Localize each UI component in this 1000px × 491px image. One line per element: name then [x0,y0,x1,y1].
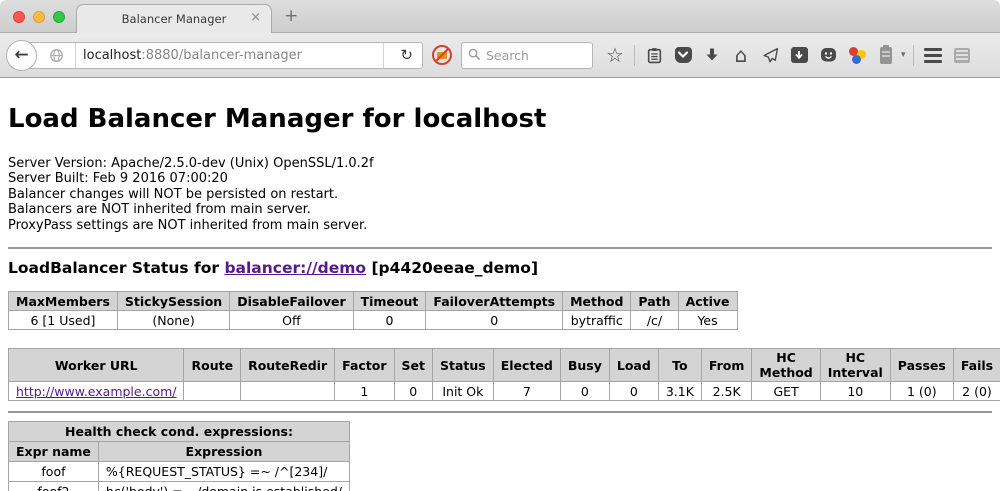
home-icon[interactable]: ⌂ [729,43,753,67]
chevron-down-icon[interactable]: ▾ [901,50,906,60]
url-text[interactable]: localhost:8880/balancer-manager [83,48,376,63]
balancer-demo-link[interactable]: balancer://demo [224,259,366,277]
worker-url-link[interactable]: http://www.example.com/ [16,384,176,399]
reload-button[interactable]: ↻ [391,46,422,64]
navigation-toolbar: ← localhost:8880/balancer-manager ↻ ☆ [0,33,1000,78]
server-version-line: Server Version: Apache/2.5.0-dev (Unix) … [8,156,992,171]
bookmark-star-icon[interactable]: ☆ [603,43,627,67]
page-title: Load Balancer Manager for localhost [8,104,992,134]
worker-status-table: Worker URL Route RouteRedir Factor Set S… [8,348,1000,401]
search-box[interactable] [461,42,593,69]
blue-ball [852,55,861,64]
search-input[interactable] [486,48,586,63]
traffic-lights [13,11,65,23]
url-host: localhost [83,48,141,63]
video-download-icon[interactable] [787,43,811,67]
close-window-button[interactable] [13,11,25,23]
hello-smiley-icon[interactable] [816,43,840,67]
table-row: http://www.example.com/ 1 0 Init Ok 7 0 … [9,382,1000,401]
downloadhelper-balls-icon[interactable] [845,43,869,67]
proxypass-note-line: ProxyPass settings are NOT inherited fro… [8,218,992,233]
page-grid-icon[interactable] [950,43,974,67]
tab-balancer-manager[interactable]: Balancer Manager × [76,4,272,33]
downloads-icon[interactable] [700,43,724,67]
globe-icon [44,43,68,67]
health-table-title: Health check cond. expressions: [9,422,350,442]
menu-hamburger-icon[interactable] [921,43,945,67]
table-title-row: Health check cond. expressions: [9,422,350,442]
table-header-row: Expr name Expression [9,442,350,462]
new-tab-button[interactable]: + [284,8,298,25]
table-row: foof2 hc('body') =~ /domain is establish… [9,482,350,491]
zoom-window-button[interactable] [53,11,65,23]
urlbar-divider [383,42,384,69]
balancer-settings-table: MaxMembers StickySession DisableFailover… [8,291,738,330]
table-header-row: MaxMembers StickySession DisableFailover… [9,292,738,311]
tab-close-icon[interactable]: × [250,11,261,24]
balancer-status-heading: LoadBalancer Status for balancer://demo … [8,259,992,277]
tab-title: Balancer Manager [122,12,227,26]
pocket-icon[interactable] [671,43,695,67]
tab-bar: Balancer Manager × + [0,0,1000,33]
table-row: 6 [1 Used] (None) Off 0 0 bytraffic /c/ … [9,311,738,330]
toolbar-icons: ☆ ⌂ [603,43,974,67]
url-path: :8880/balancer-manager [141,48,302,63]
table-header-row: Worker URL Route RouteRedir Factor Set S… [9,349,1000,382]
server-info: Server Version: Apache/2.5.0-dev (Unix) … [8,156,992,233]
divider [8,247,992,249]
urlbar-divider [75,42,76,69]
divider [8,411,992,413]
url-bar[interactable]: localhost:8880/balancer-manager ↻ [23,42,423,69]
send-plane-icon[interactable] [758,43,782,67]
page-content: Load Balancer Manager for localhost Serv… [0,78,1000,491]
health-check-table: Health check cond. expressions: Expr nam… [8,421,350,491]
balancers-note-line: Balancers are NOT inherited from main se… [8,202,992,217]
persist-note-line: Balancer changes will NOT be persisted o… [8,187,992,202]
bookmarks-clipboard-icon[interactable] [642,43,666,67]
plugin-blocked-icon[interactable] [432,45,452,65]
search-icon [468,46,481,65]
back-button[interactable]: ← [6,40,37,71]
server-built-line: Server Built: Feb 9 2016 07:00:20 [8,171,992,186]
extension-icon[interactable] [874,43,898,67]
minimize-window-button[interactable] [33,11,45,23]
browser-window: Balancer Manager × + ← localhost:8880/ba… [0,0,1000,491]
table-row: foof %{REQUEST_STATUS} =~ /^[234]/ [9,462,350,482]
